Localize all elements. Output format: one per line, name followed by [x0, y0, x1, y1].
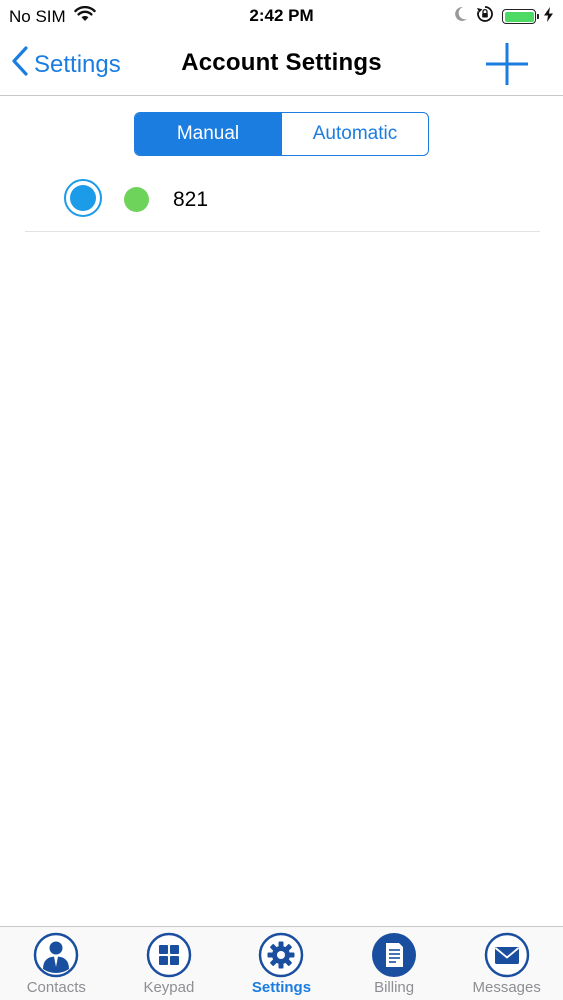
tab-contacts[interactable]: Contacts — [0, 927, 113, 1000]
tab-bar: Contacts Keypad Settings Billing Message… — [0, 926, 563, 1000]
tab-label-billing: Billing — [374, 979, 415, 996]
tab-label-contacts: Contacts — [26, 979, 86, 996]
plus-icon — [485, 43, 529, 90]
battery-icon — [502, 9, 539, 24]
add-account-button[interactable] — [485, 42, 529, 91]
radio-selected-dot — [70, 185, 96, 211]
online-status-dot — [124, 187, 149, 212]
status-right — [454, 5, 553, 28]
billing-document-icon — [371, 932, 417, 978]
account-settings-screen: No SIM 2:42 PM Settings Account Settings… — [0, 0, 563, 1000]
status-bar: No SIM 2:42 PM — [0, 0, 563, 32]
tab-label-settings: Settings — [251, 979, 312, 996]
segment-automatic[interactable]: Automatic — [281, 113, 428, 155]
tab-label-keypad: Keypad — [143, 979, 195, 996]
mode-segmented-control: Manual Automatic — [134, 112, 429, 156]
segment-manual[interactable]: Manual — [135, 113, 281, 155]
battery-fill — [504, 11, 534, 22]
page-title: Account Settings — [181, 49, 382, 76]
navigation-bar: Settings Account Settings — [0, 32, 563, 96]
tab-messages[interactable]: Messages — [450, 927, 563, 1000]
tab-label-messages: Messages — [472, 979, 541, 996]
tab-billing[interactable]: Billing — [338, 927, 451, 1000]
contact-person-icon — [33, 932, 79, 978]
tab-keypad[interactable]: Keypad — [113, 927, 226, 1000]
charging-icon — [544, 6, 553, 27]
account-name: 821 — [173, 188, 209, 211]
keypad-grid-icon — [146, 932, 192, 978]
account-radio-button[interactable] — [64, 179, 102, 217]
gear-icon — [258, 932, 304, 978]
envelope-icon — [484, 932, 530, 978]
account-list-item[interactable]: 821 — [25, 168, 540, 232]
tab-settings[interactable]: Settings — [225, 927, 338, 1000]
rotation-lock-icon — [476, 5, 494, 28]
moon-icon — [454, 6, 468, 27]
